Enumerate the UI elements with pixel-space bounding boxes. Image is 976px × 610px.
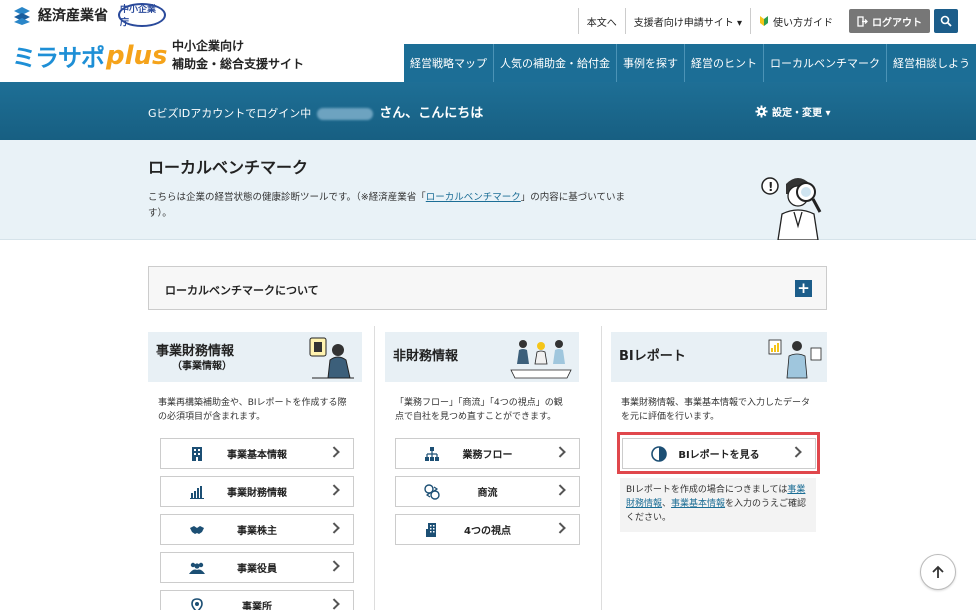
agency-logo[interactable]: 中小企業庁: [118, 3, 166, 28]
presenter-illustration: [768, 339, 822, 379]
finance-description: 事業再構築補助金や、BIレポートを作成する際の必須項目が含まれます。: [158, 398, 347, 422]
nonfinance-title: 非財務情報: [393, 349, 459, 364]
settings-dropdown[interactable]: 設定・変更 ▾: [755, 104, 831, 119]
search-icon: [940, 15, 952, 27]
finance-illustration: [309, 337, 354, 379]
nav-popular-subsidies[interactable]: 人気の補助金・給付金: [493, 44, 616, 82]
bi-header: BIレポート: [611, 332, 827, 382]
page-title: ローカルベンチマーク: [148, 158, 309, 177]
nav-find-cases[interactable]: 事例を探す: [616, 44, 684, 82]
business-basic-info-button[interactable]: 事業基本情報: [160, 438, 354, 469]
svg-text:!: !: [768, 180, 773, 194]
logo-tagline-1: 中小企業向け: [172, 39, 245, 53]
mirasapo-logo[interactable]: ミラサポ plus: [12, 38, 168, 73]
accordion-label: ローカルベンチマークについて: [165, 284, 319, 297]
magnifier-person-illustration: !: [761, 177, 822, 240]
back-to-top-button[interactable]: [920, 554, 956, 590]
note-mid: 、: [662, 499, 672, 509]
settings-label: 設定・変更 ▾: [772, 108, 831, 119]
login-prefix: GビズIDアカウントでログイン中: [148, 107, 312, 120]
button-label: 事業株主: [237, 526, 277, 537]
logout-label: ログアウト: [872, 17, 922, 29]
business-financial-info-button[interactable]: 事業財務情報: [160, 476, 354, 507]
officers-button[interactable]: 事業役員: [160, 552, 354, 583]
expand-plus-icon[interactable]: +: [795, 280, 812, 297]
meti-mark-icon: [14, 7, 30, 25]
local-benchmark-link[interactable]: ローカルベンチマーク: [426, 192, 521, 203]
finance-subtitle: （事業情報）: [172, 361, 232, 372]
button-label: 4つの視点: [464, 526, 511, 537]
four-perspectives-button[interactable]: 4つの視点: [395, 514, 580, 545]
gear-icon: [755, 105, 768, 118]
shareholders-button[interactable]: 事業株主: [160, 514, 354, 545]
button-label: 事業役員: [237, 564, 277, 575]
business-flow-button[interactable]: 業務フロー: [395, 438, 580, 469]
button-label: 業務フロー: [462, 450, 513, 461]
highlight-box: [617, 432, 820, 474]
finance-info-column: 事業財務情報 （事業情報） 事業再構築補助金や、BIレポートを作成する際の必須項…: [148, 332, 362, 424]
blurred-username: [317, 108, 374, 120]
greeting: さん、こんにちは: [379, 106, 484, 121]
logo-tagline-2: 補助金・総合支援サイト: [172, 57, 305, 71]
bi-report-column: BIレポート 事業財務情報、事業基本情報で入力したデータを元に評価を行います。: [611, 332, 827, 424]
button-label: 事業財務情報: [227, 488, 287, 499]
finance-title-main: 事業財務情報: [156, 344, 235, 359]
login-message: GビズIDアカウントでログイン中 さん、こんにちは: [148, 102, 483, 121]
beginner-mark-icon: [760, 16, 768, 26]
bi-title: BIレポート: [619, 349, 686, 364]
logout-icon: [857, 15, 868, 27]
logout-button[interactable]: ログアウト: [849, 9, 930, 33]
commercial-flow-button[interactable]: 商流: [395, 476, 580, 507]
finance-title: 事業財務情報 （事業情報）: [156, 344, 234, 374]
nav-strategy-map[interactable]: 経営戦略マップ: [404, 44, 493, 82]
about-local-benchmark-accordion[interactable]: ローカルベンチマークについて +: [148, 266, 827, 310]
nonfinance-header: 非財務情報: [385, 332, 579, 382]
search-button[interactable]: [934, 9, 958, 33]
bi-description: 事業財務情報、事業基本情報で入力したデータを元に評価を行います。: [621, 398, 811, 422]
global-nav: 経営戦略マップ 人気の補助金・給付金 事例を探す 経営のヒント ローカルベンチマ…: [404, 44, 976, 82]
nonfinance-description: 「業務フロー」「商流」「4つの視点」の観点で自社を見つめ直すことができます。: [395, 398, 563, 422]
supporter-site-dropdown[interactable]: 支援者向け申請サイト ▾: [624, 8, 750, 34]
note-before: BIレポートを作成の場合につきましては: [626, 485, 788, 495]
page-description: こちらは企業の経営状態の健康診断ツールです。（※経済産業省「ローカルベンチマーク…: [148, 190, 638, 222]
button-label: 事業基本情報: [227, 450, 287, 461]
ministry-name: 経済産業省: [38, 8, 108, 24]
nav-local-benchmark[interactable]: ローカルベンチマーク: [763, 44, 886, 82]
logo-plus: plus: [106, 40, 168, 71]
nav-management-hints[interactable]: 経営のヒント: [684, 44, 763, 82]
nav-consultation[interactable]: 経営相談しよう: [886, 44, 976, 82]
finance-header: 事業財務情報 （事業情報）: [148, 332, 362, 382]
column-divider: [374, 326, 375, 610]
logo-kana: ミラサポ: [12, 44, 105, 72]
logo-tagline: 中小企業向け 補助金・総合支援サイト: [172, 37, 304, 73]
top-links: 本文へ 支援者向け申請サイト ▾ 使い方ガイド ログアウト: [577, 8, 930, 34]
desc-before: こちらは企業の経営状態の健康診断ツールです。（※経済産業省「: [148, 192, 426, 203]
offices-button[interactable]: 事業所: [160, 590, 354, 610]
usage-guide-label: 使い方ガイド: [773, 17, 833, 29]
nonfinance-info-column: 非財務情報 「業務フロー」「商流」「4つの視点」の観点で自社を見つめ直すことがで…: [385, 332, 579, 424]
bi-note: BIレポートを作成の場合につきましては事業財務情報、事業基本情報を入力のうえご確…: [620, 478, 816, 532]
basic-info-link[interactable]: 事業基本情報: [671, 499, 725, 509]
button-label: 商流: [477, 488, 498, 499]
team-meeting-illustration: [510, 340, 572, 379]
arrow-up-icon: [932, 565, 944, 578]
column-divider: [601, 326, 602, 610]
login-status-bar: GビズIDアカウントでログイン中 さん、こんにちは 設定・変更 ▾: [0, 82, 976, 140]
site-header: 経済産業省 中小企業庁 ミラサポ plus 中小企業向け 補助金・総合支援サイト…: [0, 0, 976, 82]
meti-logo[interactable]: 経済産業省: [12, 5, 108, 25]
skip-to-content-link[interactable]: 本文へ: [577, 8, 625, 34]
usage-guide-link[interactable]: 使い方ガイド: [750, 8, 841, 34]
button-label: 事業所: [242, 602, 272, 610]
